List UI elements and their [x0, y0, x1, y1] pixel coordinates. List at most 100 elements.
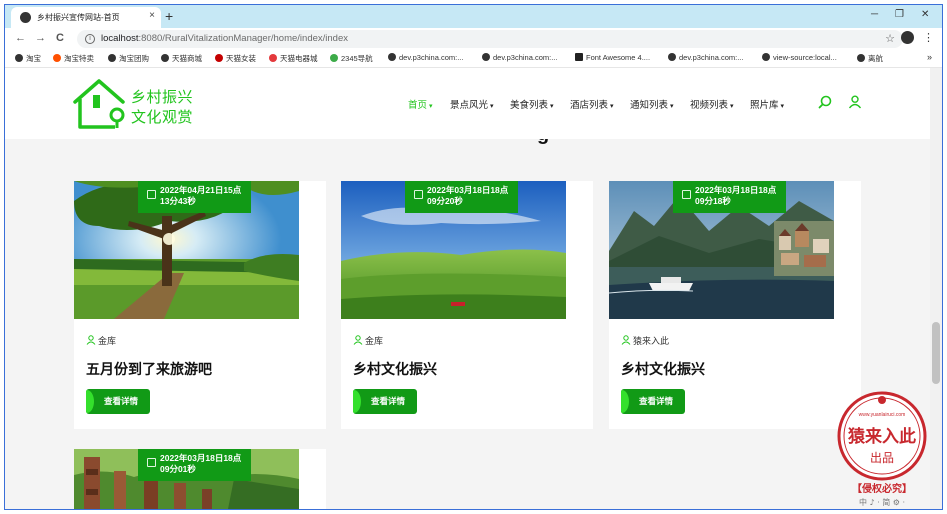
- bookmark-star-icon[interactable]: ☆: [885, 32, 895, 45]
- bookmark-label: dev.p3china.com:...: [493, 53, 558, 62]
- seal-url: www.yuanlairuci.com: [859, 412, 906, 418]
- bookmark-favicon: [668, 53, 676, 61]
- bookmark-item[interactable]: 天猫女装: [215, 53, 256, 64]
- browser-tab[interactable]: 乡村振兴宣传网站-首页 ×: [11, 7, 161, 28]
- card-title[interactable]: 乡村文化振兴: [353, 359, 437, 379]
- bookmark-item[interactable]: dev.p3china.com:...: [668, 53, 743, 62]
- article-card[interactable]: 2022年03月18日18点 09分20秒 金库 乡村文化振兴 查看详情: [341, 181, 593, 429]
- reload-button[interactable]: C: [56, 32, 64, 44]
- bookmark-label: view-source:local...: [773, 53, 837, 62]
- nav-item-hotels[interactable]: 酒店列表 ▾: [570, 97, 614, 111]
- browser-menu-icon[interactable]: ⋮: [923, 31, 934, 44]
- bookmark-label: Font Awesome 4....: [586, 53, 651, 62]
- nav-label: 照片库: [750, 100, 779, 111]
- nav-item-photos[interactable]: 照片库 ▾: [750, 97, 784, 111]
- watermark-seal: www.yuanlairuci.com 猿来入此 出品 【侵权必究】 中 ♪ ·…: [837, 391, 927, 507]
- chevron-down-icon: ▾: [610, 103, 614, 110]
- chevron-down-icon: ▾: [730, 103, 734, 110]
- bookmark-item[interactable]: 淘宝团购: [108, 53, 149, 64]
- house-logo-icon[interactable]: [71, 78, 129, 130]
- view-details-button[interactable]: 查看详情: [353, 389, 417, 414]
- seal-main-text: 猿来入此: [847, 426, 916, 447]
- nav-item-food[interactable]: 美食列表 ▾: [510, 97, 554, 111]
- bookmark-item[interactable]: 淘宝特卖: [53, 53, 94, 64]
- bookmark-label: 天猫电器城: [280, 54, 318, 63]
- bookmark-item[interactable]: 天猫电器城: [269, 53, 318, 64]
- bookmarks-overflow-button[interactable]: »: [927, 52, 932, 62]
- forward-button[interactable]: →: [35, 32, 46, 44]
- close-window-button[interactable]: ✕: [921, 9, 929, 20]
- minimize-button[interactable]: ─: [871, 9, 878, 20]
- bookmark-item[interactable]: view-source:local...: [762, 53, 837, 62]
- article-card[interactable]: 2022年03月18日18点 09分18秒 猿来入此 乡村文化振兴 查看详情: [609, 181, 861, 429]
- view-details-button[interactable]: 查看详情: [86, 389, 150, 414]
- search-icon[interactable]: [818, 95, 832, 109]
- bookmark-favicon: [15, 54, 23, 62]
- card-title[interactable]: 五月份到了来旅游吧: [86, 359, 212, 379]
- time-line: 09分01秒: [160, 464, 196, 474]
- bookmark-item[interactable]: Font Awesome 4....: [575, 53, 650, 62]
- time-line: 09分18秒: [695, 196, 731, 206]
- user-icon: [621, 335, 631, 345]
- nav-label: 景点风光: [450, 100, 489, 111]
- time-line: 13分43秒: [160, 196, 196, 206]
- logo-line-2: 文化观赏: [131, 109, 194, 126]
- bookmark-item[interactable]: dev.p3china.com:...: [482, 53, 557, 62]
- bookmark-favicon: [161, 54, 169, 62]
- back-button[interactable]: ←: [15, 32, 26, 44]
- date-line: 2022年04月21日15点: [160, 185, 242, 195]
- date-badge: 2022年03月18日18点 09分01秒: [138, 449, 252, 481]
- nav-item-home[interactable]: 首页 ▾: [408, 97, 433, 111]
- bookmark-favicon: [482, 53, 490, 61]
- chevron-down-icon: ▾: [429, 103, 433, 110]
- site-header: 乡村振兴 文化观赏 首页 ▾ 景点风光 ▾ 美食列表 ▾ 酒店列表 ▾ 通知列表 ▾ 视频…: [5, 68, 930, 139]
- bookmark-favicon: [388, 53, 396, 61]
- scrollbar-thumb[interactable]: [932, 322, 940, 384]
- tab-close-button[interactable]: ×: [149, 10, 155, 21]
- article-card[interactable]: 2022年04月21日15点 13分43秒 金库 五月份到了来旅游吧 查看详情: [74, 181, 326, 429]
- date-badge: 2022年04月21日15点 13分43秒: [138, 181, 252, 213]
- bookmark-item[interactable]: 2345导航: [330, 53, 373, 64]
- bookmarks-bar: 淘宝 淘宝特卖 淘宝团购 天猫商城 天猫女装 天猫电器城 2345导航 dev.…: [5, 50, 942, 68]
- date-badge: 2022年03月18日18点 09分18秒: [673, 181, 787, 213]
- bookmark-favicon: [215, 54, 223, 62]
- bookmark-favicon: [575, 53, 583, 61]
- profile-avatar-icon[interactable]: [901, 31, 914, 44]
- article-card[interactable]: 2022年03月18日18点 09分01秒: [74, 449, 326, 509]
- url-host: localhost: [101, 33, 139, 44]
- chevron-down-icon: ▾: [780, 103, 785, 110]
- card-title[interactable]: 乡村文化振兴: [621, 359, 705, 379]
- card-author: 猿来入此: [621, 334, 669, 347]
- nav-label: 视频列表: [690, 100, 729, 111]
- new-tab-button[interactable]: +: [165, 7, 173, 25]
- url-text[interactable]: localhost:8080/RuralVitalizationManager/…: [101, 33, 348, 44]
- calendar-icon: [682, 190, 691, 199]
- calendar-icon: [414, 190, 423, 199]
- site-info-icon[interactable]: i: [85, 34, 95, 44]
- nav-item-videos[interactable]: 视频列表 ▾: [690, 97, 734, 111]
- globe-icon: [20, 12, 31, 23]
- bookmark-label: 淘宝团购: [119, 54, 149, 63]
- bookmark-label: 天猫商城: [172, 54, 202, 63]
- chevron-down-icon: ▾: [550, 103, 554, 110]
- bookmark-item[interactable]: 天猫商城: [161, 53, 202, 64]
- address-bar[interactable]: i localhost:8080/RuralVitalizationManage…: [77, 30, 903, 48]
- bookmark-item[interactable]: 淘宝: [15, 53, 41, 64]
- bookmark-item[interactable]: 离航: [857, 53, 883, 64]
- restore-button[interactable]: ❐: [895, 9, 904, 20]
- bookmark-favicon: [269, 54, 277, 62]
- calendar-icon: [147, 190, 156, 199]
- calendar-icon: [147, 458, 156, 467]
- date-line: 2022年03月18日18点: [160, 453, 242, 463]
- user-icon: [353, 335, 363, 345]
- site-logo-text[interactable]: 乡村振兴 文化观赏: [131, 88, 193, 128]
- bookmark-favicon: [53, 54, 61, 62]
- bookmark-label: dev.p3china.com:...: [399, 53, 464, 62]
- nav-item-scenery[interactable]: 景点风光 ▾: [450, 97, 494, 111]
- nav-item-notices[interactable]: 通知列表 ▾: [630, 97, 674, 111]
- bookmark-item[interactable]: dev.p3china.com:...: [388, 53, 463, 62]
- chevron-down-icon: ▾: [490, 103, 494, 110]
- user-icon: [86, 335, 96, 345]
- view-details-button[interactable]: 查看详情: [621, 389, 685, 414]
- user-account-icon[interactable]: [848, 95, 862, 109]
